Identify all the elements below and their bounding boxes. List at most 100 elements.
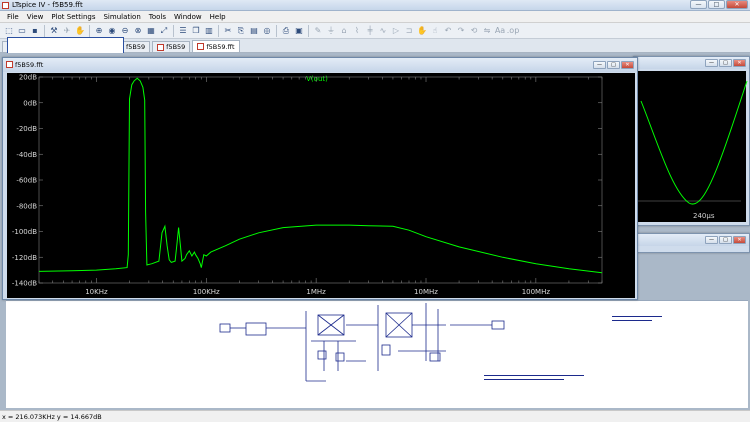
zoom-cancel-icon[interactable]: ⊗	[132, 25, 144, 37]
print-icon[interactable]: ⎙	[280, 25, 292, 37]
cursor-readout: x = 216.073KHz y = 14.667dB	[2, 413, 102, 421]
menu-simulation[interactable]: Simulation	[99, 11, 144, 23]
menu-view[interactable]: View	[23, 11, 48, 23]
zoom-full-icon[interactable]: ⤢	[158, 25, 170, 37]
cascade-icon[interactable]: ❐	[190, 25, 202, 37]
undo-icon[interactable]: ↶	[442, 25, 454, 37]
copy-icon[interactable]: ⎘	[235, 25, 247, 37]
mirror-icon[interactable]: ⇋	[481, 25, 493, 37]
y-tick-label: -40dB	[16, 151, 37, 159]
y-tick-label: -120dB	[12, 254, 37, 262]
zoom-in-icon[interactable]: ⊕	[93, 25, 105, 37]
minimize-button[interactable]: —	[705, 59, 718, 67]
paste-icon[interactable]: ▤	[248, 25, 260, 37]
transient-x-tick: 240µs	[693, 212, 715, 220]
close-button[interactable]: ✕	[733, 236, 746, 244]
cut-icon[interactable]: ✂	[222, 25, 234, 37]
minimize-button[interactable]: —	[705, 236, 718, 244]
menu-plot-settings[interactable]: Plot Settings	[47, 11, 99, 23]
schematic-drawing	[219, 267, 666, 382]
fft-chart[interactable]: V(out) 20dB 0dB -20dB -40dB -60dB -80dB -100dB…	[7, 73, 635, 298]
fft-plot-area[interactable]: V(out) 20dB 0dB -20dB -40dB -60dB -80dB -100dB…	[7, 73, 635, 298]
maximize-button[interactable]: □	[607, 61, 620, 69]
schematic-window[interactable]: — □ ✕	[633, 233, 750, 253]
spice-directive-icon[interactable]: .op	[507, 25, 520, 37]
find-icon[interactable]: ◎	[261, 25, 273, 37]
autorange-icon[interactable]: ▦	[145, 25, 157, 37]
toolbar-separator	[218, 24, 219, 37]
maximize-button[interactable]: □	[708, 0, 725, 9]
transient-waveform: 240µs	[637, 80, 748, 220]
minimize-button[interactable]: —	[690, 0, 707, 9]
schematic-canvas[interactable]	[6, 267, 748, 408]
component-icon[interactable]: ⊐	[403, 25, 415, 37]
resistor-icon[interactable]: ⌇	[351, 25, 363, 37]
inductor-icon[interactable]: ∿	[377, 25, 389, 37]
minimize-button[interactable]: —	[593, 61, 606, 69]
ground-icon[interactable]: ⏚	[325, 25, 337, 37]
status-bar: x = 216.073KHz y = 14.667dB	[0, 410, 750, 422]
toolbar-separator	[276, 24, 277, 37]
tab-label: f5B59	[166, 43, 186, 51]
trace-label[interactable]: V(out)	[306, 75, 328, 83]
diode-icon[interactable]: ▷	[390, 25, 402, 37]
title-bar: LTspice IV - f5B59.fft — □ ✕	[0, 0, 750, 11]
transient-trace	[640, 80, 748, 205]
close-button[interactable]: ✕	[726, 0, 748, 9]
zoom-out-icon[interactable]: ⊖	[119, 25, 131, 37]
rotate-icon[interactable]: ⟲	[468, 25, 480, 37]
open-icon[interactable]: ▭	[16, 25, 28, 37]
halt-icon[interactable]: ✋	[74, 25, 86, 37]
series-trace-vout	[38, 77, 603, 274]
schematic-labels	[484, 316, 662, 380]
toolbar-separator	[89, 24, 90, 37]
tab-label: f5B59	[126, 43, 146, 51]
x-tick-label: 100MHz	[522, 288, 551, 296]
redo-icon[interactable]: ↷	[455, 25, 467, 37]
y-tick-label: -140dB	[12, 280, 37, 288]
waveform-icon	[157, 43, 165, 51]
capacitor-icon[interactable]: ╪	[364, 25, 376, 37]
close-button[interactable]: ✕	[621, 61, 634, 69]
zoom-pan-icon[interactable]: ◉	[106, 25, 118, 37]
tile-vertical-icon[interactable]: ▥	[203, 25, 215, 37]
close-button[interactable]: ✕	[733, 59, 746, 67]
schematic-title-bar: — □ ✕	[634, 234, 749, 246]
fft-window-title: f5B59.fft	[15, 61, 44, 69]
child-window-controls: — □ ✕	[705, 59, 746, 67]
maximize-button[interactable]: □	[719, 59, 732, 67]
ltspice-app-icon	[2, 2, 9, 9]
tile-horizontal-icon[interactable]: ☰	[177, 25, 189, 37]
tab-waveform[interactable]: f5B59	[152, 41, 191, 52]
menu-file[interactable]: File	[3, 11, 23, 23]
menu-tools[interactable]: Tools	[145, 11, 170, 23]
tab-schematic[interactable]: f5B59	[2, 37, 151, 57]
menu-help[interactable]: Help	[206, 11, 230, 23]
transient-plot-area[interactable]: 240µs	[637, 71, 748, 222]
new-schematic-icon[interactable]: ⬚	[3, 25, 15, 37]
save-icon[interactable]: ▪	[29, 25, 41, 37]
fft-title-bar: f5B59.fft — □ ✕	[3, 58, 637, 72]
wire-icon[interactable]: ✎	[312, 25, 324, 37]
schematic-circuit	[219, 303, 505, 382]
print-preview-icon[interactable]: ▣	[293, 25, 305, 37]
child-window-controls: — □ ✕	[705, 236, 746, 244]
x-tick-label: 100KHz	[193, 288, 220, 296]
toolbar-separator	[44, 24, 45, 37]
tab-fft[interactable]: f5B59.fft	[192, 40, 240, 52]
drag-icon[interactable]: ☝	[429, 25, 441, 37]
window-controls: — □ ✕	[690, 0, 748, 9]
maximize-button[interactable]: □	[719, 236, 732, 244]
run-icon[interactable]: ✈	[61, 25, 73, 37]
text-icon[interactable]: Aa	[494, 25, 506, 37]
menu-window[interactable]: Window	[170, 11, 206, 23]
control-panel-icon[interactable]: ⚒	[48, 25, 60, 37]
hand-icon[interactable]: ✋	[416, 25, 428, 37]
fft-plot-window[interactable]: f5B59.fft — □ ✕ V(out) 20dB 0dB -20dB -40dB…	[2, 57, 638, 300]
label-icon[interactable]: ⌂	[338, 25, 350, 37]
plot-frame	[38, 76, 603, 284]
transient-plot-window[interactable]: — □ ✕ 240µs	[633, 56, 750, 226]
window-title: LTspice IV - f5B59.fft	[12, 1, 83, 9]
child-window-controls: — □ ✕	[593, 61, 634, 69]
toolbar-separator	[173, 24, 174, 37]
